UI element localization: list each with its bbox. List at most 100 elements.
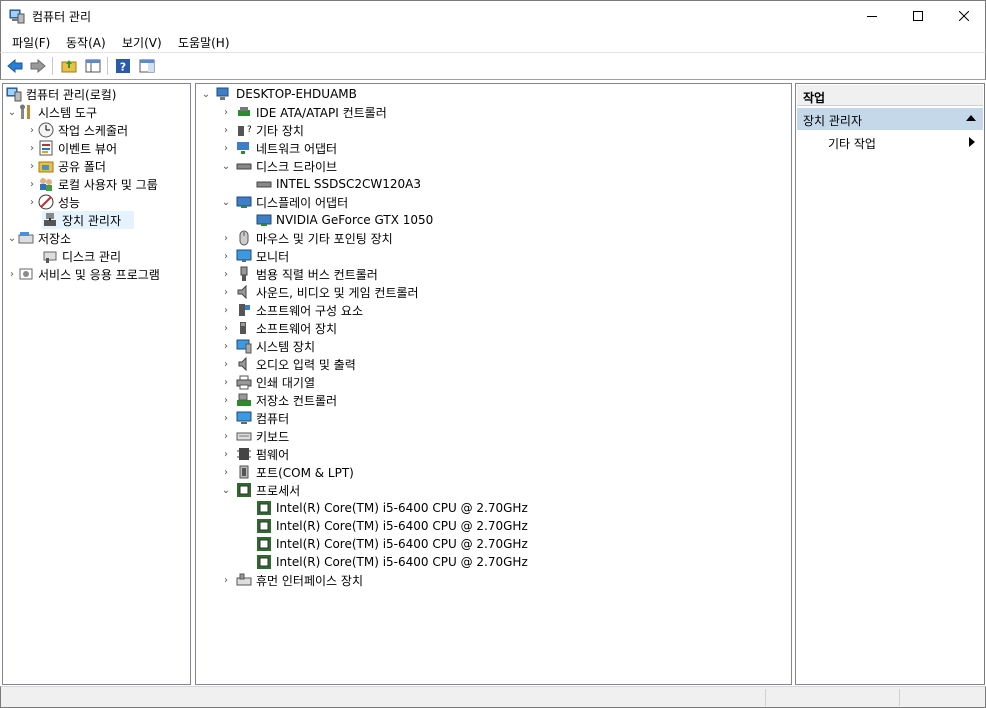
- category-computer[interactable]: › 컴퓨터: [220, 409, 289, 427]
- category-monitors[interactable]: › 모니터: [220, 247, 289, 265]
- category-other-devices[interactable]: › ? 기타 장치: [220, 121, 304, 139]
- tree-item-computer-management[interactable]: 컴퓨터 관리(로컬): [6, 85, 116, 103]
- chevron-down-icon[interactable]: ⌄: [220, 157, 232, 175]
- more-actions-item[interactable]: 기타 작업: [828, 135, 876, 152]
- chevron-right-icon[interactable]: ›: [220, 445, 232, 463]
- category-mice[interactable]: › 마우스 및 기타 포인팅 장치: [220, 229, 393, 247]
- device-tree-pane[interactable]: ⌄ DESKTOP-EHDUAMB › IDE ATA/ATAPI 컨트롤러 ›…: [195, 83, 792, 685]
- shared-folder-icon: [38, 158, 54, 174]
- device-cpu-2[interactable]: Intel(R) Core(TM) i5-6400 CPU @ 2.70GHz: [256, 517, 528, 535]
- category-print-queues[interactable]: › 인쇄 대기열: [220, 373, 315, 391]
- category-processors[interactable]: ⌄ 프로세서: [220, 481, 300, 499]
- chevron-right-icon[interactable]: ›: [26, 157, 38, 175]
- tree-item-local-users-groups[interactable]: › 로컬 사용자 및 그룹: [26, 175, 158, 193]
- close-button[interactable]: [941, 1, 986, 31]
- hid-icon: [236, 572, 252, 588]
- menu-help[interactable]: 도움말(H): [178, 34, 230, 51]
- chevron-right-icon[interactable]: ›: [220, 283, 232, 301]
- device-cpu-1[interactable]: Intel(R) Core(TM) i5-6400 CPU @ 2.70GHz: [256, 499, 528, 517]
- tree-item-storage[interactable]: ⌄ 저장소: [6, 229, 71, 247]
- chevron-right-icon[interactable]: ›: [26, 139, 38, 157]
- device-intel-ssd[interactable]: INTEL SSDSC2CW120A3: [256, 175, 421, 193]
- category-usb-controllers[interactable]: › 범용 직렬 버스 컨트롤러: [220, 265, 378, 283]
- chevron-down-icon[interactable]: ⌄: [6, 229, 18, 247]
- category-ports[interactable]: › 포트(COM & LPT): [220, 463, 354, 481]
- chevron-right-icon[interactable]: ›: [220, 103, 232, 121]
- category-software-components[interactable]: › 소프트웨어 구성 요소: [220, 301, 363, 319]
- chevron-right-icon[interactable]: ›: [220, 463, 232, 481]
- help-icon: ?: [116, 59, 130, 74]
- audio-icon: [236, 356, 252, 372]
- device-cpu-4[interactable]: Intel(R) Core(TM) i5-6400 CPU @ 2.70GHz: [256, 553, 528, 571]
- chevron-right-icon[interactable]: ›: [26, 121, 38, 139]
- chevron-right-icon[interactable]: ›: [220, 229, 232, 247]
- actions-pane: 작업 장치 관리자 기타 작업: [795, 83, 985, 685]
- chevron-right-icon[interactable]: ›: [220, 427, 232, 445]
- tree-item-event-viewer[interactable]: › 이벤트 뷰어: [26, 139, 117, 157]
- tree-item-shared-folders[interactable]: › 공유 폴더: [26, 157, 106, 175]
- chevron-right-icon[interactable]: ›: [220, 265, 232, 283]
- forward-button[interactable]: [28, 56, 48, 76]
- category-network-adapters[interactable]: › 네트워크 어댑터: [220, 139, 337, 157]
- chevron-right-icon[interactable]: ›: [220, 121, 232, 139]
- chevron-right-icon[interactable]: ›: [220, 247, 232, 265]
- chevron-right-icon[interactable]: ›: [220, 301, 232, 319]
- tools-icon: [18, 104, 34, 120]
- show-hide-action-pane-button[interactable]: [137, 56, 157, 76]
- users-icon: [38, 176, 54, 192]
- chevron-down-icon[interactable]: ⌄: [200, 85, 212, 103]
- category-disk-drives[interactable]: ⌄ 디스크 드라이브: [220, 157, 337, 175]
- chevron-right-icon[interactable]: ›: [220, 409, 232, 427]
- chevron-down-icon[interactable]: ⌄: [220, 193, 232, 211]
- arrow-left-icon: [7, 59, 23, 73]
- chevron-right-icon[interactable]: ›: [26, 193, 38, 211]
- device-cpu-3[interactable]: Intel(R) Core(TM) i5-6400 CPU @ 2.70GHz: [256, 535, 528, 553]
- category-keyboards[interactable]: › 키보드: [220, 427, 289, 445]
- category-system-devices[interactable]: › 시스템 장치: [220, 337, 315, 355]
- chevron-right-icon[interactable]: ›: [26, 175, 38, 193]
- chevron-down-icon[interactable]: ⌄: [220, 481, 232, 499]
- chevron-right-icon[interactable]: ›: [220, 391, 232, 409]
- minimize-button[interactable]: [849, 1, 895, 31]
- clock-icon: [38, 122, 54, 138]
- actions-section-device-manager[interactable]: 장치 관리자: [797, 108, 983, 130]
- device-nvidia-gtx-1050[interactable]: NVIDIA GeForce GTX 1050: [256, 211, 433, 229]
- display-adapter-icon: [256, 212, 272, 228]
- chevron-right-icon[interactable]: ›: [220, 373, 232, 391]
- show-hide-tree-button[interactable]: [83, 56, 103, 76]
- chevron-right-icon[interactable]: ›: [220, 337, 232, 355]
- tree-item-system-tools[interactable]: ⌄ 시스템 도구: [6, 103, 97, 121]
- menu-view[interactable]: 보기(V): [122, 34, 162, 51]
- category-storage-controllers[interactable]: › 저장소 컨트롤러: [220, 391, 337, 409]
- console-tree-pane[interactable]: 컴퓨터 관리(로컬) ⌄ 시스템 도구 › 작업 스케줄러 › 이벤트 뷰어 ›…: [2, 83, 191, 685]
- category-software-devices[interactable]: › 소프트웨어 장치: [220, 319, 337, 337]
- tree-item-services-applications[interactable]: › 서비스 및 응용 프로그램: [6, 265, 160, 283]
- chevron-right-icon[interactable]: ›: [220, 571, 232, 589]
- category-audio-io[interactable]: › 오디오 입력 및 출력: [220, 355, 356, 373]
- chevron-down-icon[interactable]: ⌄: [6, 103, 18, 121]
- menu-action[interactable]: 동작(A): [66, 34, 106, 51]
- computer-icon: [216, 86, 232, 102]
- menu-file[interactable]: 파일(F): [12, 34, 50, 51]
- help-button[interactable]: ?: [113, 56, 133, 76]
- chevron-right-icon[interactable]: ›: [220, 139, 232, 157]
- tree-item-disk-management[interactable]: 디스크 관리: [42, 247, 121, 265]
- arrow-right-icon: [30, 59, 46, 73]
- actions-section-label: 장치 관리자: [803, 114, 863, 128]
- chevron-right-icon[interactable]: ›: [6, 265, 18, 283]
- category-display-adapters[interactable]: ⌄ 디스플레이 어댑터: [220, 193, 348, 211]
- tree-item-device-manager[interactable]: 장치 관리자: [42, 211, 134, 229]
- category-hid[interactable]: › 휴먼 인터페이스 장치: [220, 571, 363, 589]
- maximize-button[interactable]: [895, 1, 941, 31]
- up-folder-button[interactable]: [59, 56, 79, 76]
- category-firmware[interactable]: › 펌웨어: [220, 445, 289, 463]
- tree-item-performance[interactable]: › 성능: [26, 193, 80, 211]
- chevron-right-icon[interactable]: ›: [220, 355, 232, 373]
- category-sound-video-game[interactable]: › 사운드, 비디오 및 게임 컨트롤러: [220, 283, 419, 301]
- device-root[interactable]: ⌄ DESKTOP-EHDUAMB: [200, 85, 357, 103]
- back-button[interactable]: [5, 56, 25, 76]
- category-ide-ata[interactable]: › IDE ATA/ATAPI 컨트롤러: [220, 103, 387, 121]
- chevron-right-icon[interactable]: ›: [220, 319, 232, 337]
- tree-item-task-scheduler[interactable]: › 작업 스케줄러: [26, 121, 128, 139]
- collapse-triangle-icon[interactable]: [966, 115, 976, 121]
